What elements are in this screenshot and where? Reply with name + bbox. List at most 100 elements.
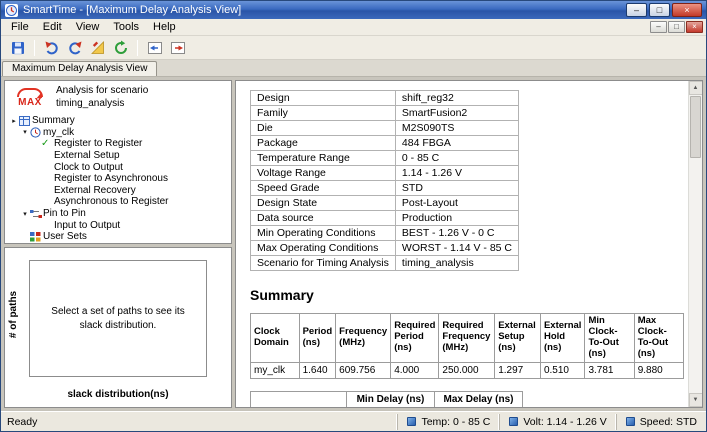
max-delay-analysis-icon [170, 40, 186, 56]
left-pane: MAX Analysis for scenario timing_analysi… [4, 80, 232, 408]
minimize-button[interactable]: – [626, 3, 647, 17]
scenario-line1: Analysis for scenario [56, 85, 148, 98]
device-info-row: Max Operating ConditionsWORST - 1.14 V -… [251, 241, 519, 256]
scenario-header: MAX Analysis for scenario timing_analysi… [5, 81, 231, 112]
delay-column-header: Min Delay (ns) [347, 391, 435, 407]
tree-item-pin-to-pin[interactable]: ▾Pin to Pin [7, 208, 231, 220]
summary-cell: 9.880 [634, 362, 683, 378]
tree-item-register-to-register[interactable]: ✓Register to Register [7, 138, 231, 150]
summary-column-header: Max Clock-To-Out (ns) [634, 314, 683, 363]
device-info-row: Scenario for Timing Analysistiming_analy… [251, 256, 519, 271]
tree-item-asynchronous-to-register[interactable]: Asynchronous to Register [7, 196, 231, 208]
delay-header-row: Min Delay (ns)Max Delay (ns) [251, 391, 523, 407]
vertical-scrollbar[interactable]: ▲ ▼ [688, 81, 702, 407]
tree-expanded-arrow-icon[interactable]: ▾ [20, 210, 30, 218]
tree-item-external-setup[interactable]: External Setup [7, 150, 231, 162]
scrollbar-track[interactable] [689, 95, 703, 393]
menu-tools[interactable]: Tools [106, 20, 146, 34]
undo-icon [44, 40, 60, 56]
tree-item-register-to-asynchronous[interactable]: Register to Asynchronous [7, 173, 231, 185]
scroll-down-button[interactable]: ▼ [689, 393, 703, 407]
status-speed: Speed: STD [616, 414, 706, 430]
tree-icon-spacer [41, 185, 54, 196]
tree-item-input-to-output[interactable]: Input to Output [7, 219, 231, 231]
tree-item-label: User Sets [43, 231, 87, 242]
edit-constraints-icon [90, 40, 106, 56]
close-button[interactable]: × [672, 3, 702, 17]
tree-item-label: Clock to Output [54, 162, 123, 173]
redo-button[interactable] [63, 37, 86, 58]
maximize-button[interactable]: □ [649, 3, 670, 17]
summary-heading: Summary [250, 287, 684, 303]
save-button[interactable] [6, 37, 29, 58]
summary-column-header: Clock Domain [251, 314, 300, 363]
device-info-row: Data sourceProduction [251, 211, 519, 226]
device-prop-name: Max Operating Conditions [251, 241, 396, 256]
summary-cell: 609.756 [336, 362, 391, 378]
delay-column-header [251, 391, 347, 407]
max-delay-analysis-button[interactable] [166, 37, 189, 58]
menu-file[interactable]: File [4, 20, 36, 34]
device-prop-name: Family [251, 106, 396, 121]
tree-expanded-arrow-icon[interactable]: ▾ [20, 128, 30, 136]
tree-item-label: Register to Asynchronous [54, 173, 168, 184]
up-arrow-icon: ▲ [693, 85, 699, 91]
scroll-up-button[interactable]: ▲ [689, 81, 703, 95]
device-info-row: Voltage Range1.14 - 1.26 V [251, 166, 519, 181]
slack-distribution-panel: # of paths Select a set of paths to see … [4, 247, 232, 408]
analysis-tree: ▸Summary▾my_clk✓Register to RegisterExte… [5, 112, 231, 243]
summary-row[interactable]: my_clk1.640609.7564.000250.0001.2970.510… [251, 362, 684, 378]
menu-bar: FileEditViewToolsHelp – □ × [1, 19, 706, 36]
userset-icon [30, 231, 43, 242]
device-prop-value: STD [395, 181, 518, 196]
summary-column-header: Frequency (MHz) [336, 314, 391, 363]
tree-icon-spacer [41, 196, 54, 207]
undo-button[interactable] [40, 37, 63, 58]
menu-help[interactable]: Help [146, 20, 183, 34]
mdi-restore-button[interactable]: □ [668, 21, 685, 33]
menu-view[interactable]: View [69, 20, 107, 34]
delay-cell: Input to Output [251, 407, 347, 408]
device-prop-name: Data source [251, 211, 396, 226]
delay-row[interactable]: Input to OutputN/AN/A [251, 407, 523, 408]
edit-constraints-button[interactable] [86, 37, 109, 58]
min-delay-analysis-icon [147, 40, 163, 56]
scrollbar-thumb[interactable] [690, 96, 701, 158]
device-info-row: FamilySmartFusion2 [251, 106, 519, 121]
tree-item-user-sets[interactable]: User Sets [7, 231, 231, 243]
tree-item-external-recovery[interactable]: External Recovery [7, 185, 231, 197]
tree-item-my-clk[interactable]: ▾my_clk [7, 127, 231, 139]
device-prop-value: 0 - 85 C [395, 151, 518, 166]
min-delay-analysis-button[interactable] [143, 37, 166, 58]
device-info-row: Min Operating ConditionsBEST - 1.26 V - … [251, 226, 519, 241]
scenario-line2: timing_analysis [56, 98, 148, 111]
tab-maximum-delay-analysis-view[interactable]: Maximum Delay Analysis View [2, 61, 157, 76]
delay-cell: N/A [435, 407, 523, 408]
summary-column-header: External Setup (ns) [495, 314, 541, 363]
delay-column-header: Max Delay (ns) [435, 391, 523, 407]
mdi-close-button[interactable]: × [686, 21, 703, 33]
device-prop-name: Min Operating Conditions [251, 226, 396, 241]
toolbar-separator [137, 40, 138, 56]
tree-collapsed-arrow-icon[interactable]: ▸ [9, 117, 19, 125]
device-prop-value: M2S090TS [395, 121, 518, 136]
device-prop-value: timing_analysis [395, 256, 518, 271]
toolbar-separator [34, 40, 35, 56]
mdi-minimize-button[interactable]: – [650, 21, 667, 33]
summary-column-header: Period (ns) [299, 314, 336, 363]
main-area: MAX Analysis for scenario timing_analysi… [1, 77, 706, 411]
device-prop-value: SmartFusion2 [395, 106, 518, 121]
summary-cell: 250.000 [439, 362, 495, 378]
summary-cell: 4.000 [391, 362, 439, 378]
smarttime-app-icon [5, 4, 18, 17]
menu-edit[interactable]: Edit [36, 20, 69, 34]
tree-icon-spacer [41, 173, 54, 184]
summary-column-header: Min Clock-To-Out (ns) [585, 314, 634, 363]
tree-item-summary[interactable]: ▸Summary [7, 115, 231, 127]
tree-item-clock-to-output[interactable]: Clock to Output [7, 161, 231, 173]
refresh-button[interactable] [109, 37, 132, 58]
device-prop-value: 1.14 - 1.26 V [395, 166, 518, 181]
device-prop-name: Voltage Range [251, 166, 396, 181]
tree-icon-spacer [41, 150, 54, 161]
temperature-icon [407, 417, 416, 426]
